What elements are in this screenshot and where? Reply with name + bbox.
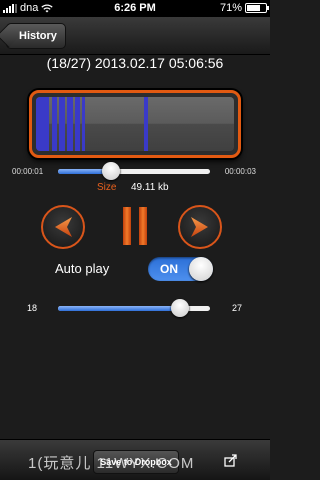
history-back-label: History <box>19 30 57 42</box>
chevron-right-icon <box>191 217 208 237</box>
share-icon[interactable] <box>224 453 238 467</box>
waveform-segment <box>51 97 57 151</box>
size-label: Size <box>97 182 117 193</box>
waveform-segment <box>67 97 73 151</box>
recording-index-progress <box>58 306 180 311</box>
range-max: 27 <box>232 303 243 313</box>
watermark-text: 1(玩意儿 11WYX.COM <box>28 455 195 472</box>
recording-title: (18/27) 2013.02.17 05:06:56 <box>46 55 224 71</box>
nav-bar: History <box>0 17 270 55</box>
chevron-left-icon <box>55 217 72 237</box>
size-value: 49.11 kb <box>131 182 169 193</box>
waveform-segment <box>75 97 80 151</box>
history-back-button[interactable]: History <box>6 23 66 49</box>
recording-index-thumb[interactable] <box>170 299 189 317</box>
next-button[interactable] <box>178 205 222 249</box>
playback-slider-thumb[interactable] <box>102 162 121 180</box>
waveform-display[interactable] <box>29 90 241 158</box>
autoplay-toggle[interactable]: ON <box>148 257 213 281</box>
autoplay-label: Auto play <box>55 261 110 276</box>
range-min: 18 <box>27 303 38 313</box>
status-bar: dna 6:26 PM 71% <box>0 0 270 17</box>
waveform-segment <box>81 97 86 151</box>
autoplay-state: ON <box>160 262 178 276</box>
waveform-track <box>36 97 234 151</box>
elapsed-time: 00:00:01 <box>12 167 44 176</box>
toggle-thumb <box>189 257 213 281</box>
previous-button[interactable] <box>41 205 85 249</box>
playback-slider[interactable] <box>58 169 210 174</box>
pause-button[interactable] <box>121 207 149 245</box>
battery-percent: 71% <box>219 2 242 14</box>
battery-icon <box>245 3 269 13</box>
status-right: 71% <box>219 2 269 14</box>
total-time: 00:00:03 <box>224 167 256 176</box>
waveform-segment <box>143 97 148 151</box>
waveform-segment <box>59 97 65 151</box>
waveform-segment <box>36 97 49 151</box>
